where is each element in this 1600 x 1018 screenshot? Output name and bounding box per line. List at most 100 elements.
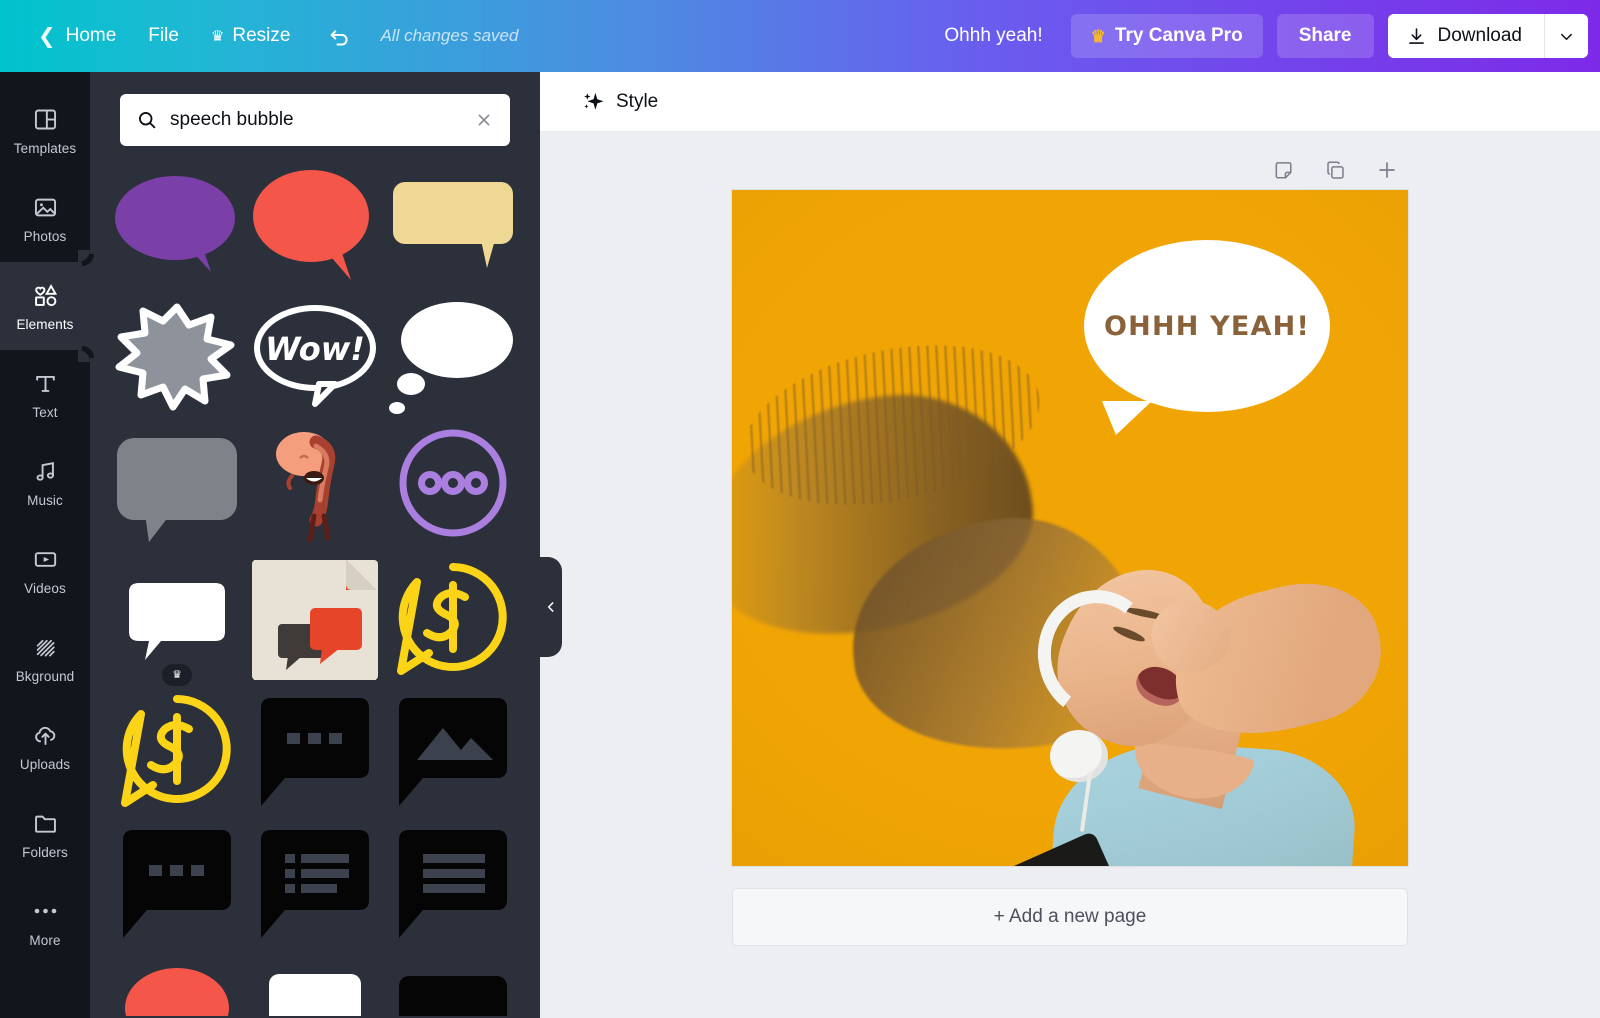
black-image-speech-bubble-icon	[399, 698, 507, 806]
gray-square-speech-bubble-icon	[117, 438, 237, 542]
notes-icon[interactable]	[1268, 155, 1298, 185]
try-canva-pro-button[interactable]: ♛ Try Canva Pro	[1070, 14, 1263, 58]
black-dots-speech-bubble-icon	[123, 830, 231, 938]
sidebar-item-more[interactable]: More	[0, 878, 90, 966]
wow-text: Wow!	[265, 330, 365, 368]
elements-grid: Wow! ♛	[114, 156, 516, 1016]
close-x-icon[interactable]	[474, 110, 494, 130]
black-dots-speech-bubble-icon	[261, 698, 369, 806]
element-tile[interactable]	[252, 692, 378, 812]
design-canvas-page[interactable]: OHHH YEAH!	[732, 190, 1408, 866]
crown-icon: ♛	[1090, 26, 1106, 46]
sidebar-item-folders[interactable]: Folders	[0, 790, 90, 878]
element-tile[interactable]	[252, 164, 378, 284]
download-arrow-icon	[1408, 27, 1424, 44]
search-input[interactable]	[170, 109, 462, 131]
design-title[interactable]: Ohhh yeah!	[930, 17, 1056, 55]
duplicate-icon[interactable]	[1320, 155, 1350, 185]
background-icon	[32, 632, 59, 662]
chevron-left-icon	[547, 602, 554, 612]
file-label: File	[148, 25, 179, 46]
page-tools	[732, 150, 1408, 190]
black-list-speech-bubble-icon	[261, 830, 369, 938]
sparkles-icon	[582, 90, 605, 113]
white-rounded-bubble-partial-icon	[269, 974, 361, 1016]
download-label: Download	[1437, 25, 1523, 46]
element-tile[interactable]	[389, 296, 516, 416]
sidebar-item-elements[interactable]: Elements	[0, 250, 90, 362]
document-chat-illustration-icon	[254, 560, 376, 680]
sidebar-item-uploads[interactable]: Uploads	[0, 702, 90, 790]
sidebar-label: More	[29, 933, 61, 948]
element-tile[interactable]	[252, 824, 378, 944]
elements-results-scroll[interactable]: Wow! ♛	[90, 156, 540, 1018]
uploads-icon	[32, 720, 59, 750]
black-lines-speech-bubble-icon	[399, 830, 507, 938]
download-button-group: Download	[1387, 14, 1588, 58]
home-label: Home	[65, 25, 117, 46]
resize-label: Resize	[232, 25, 291, 46]
download-button[interactable]: Download	[1387, 14, 1544, 58]
element-tile[interactable]	[114, 428, 240, 548]
element-tile[interactable]	[390, 956, 516, 1016]
speech-bubble-text: OHHH YEAH!	[1104, 310, 1310, 342]
sidebar-label: Folders	[22, 845, 68, 860]
gray-burst-speech-bubble-icon	[115, 303, 235, 411]
home-button[interactable]: ❮ Home	[22, 16, 132, 56]
canvas-area: OHHH YEAH! + Add a new page	[540, 132, 1600, 1018]
search-box[interactable]	[120, 94, 510, 146]
undo-button[interactable]	[318, 15, 360, 57]
element-tile[interactable]	[390, 692, 516, 812]
element-tile[interactable]	[114, 692, 240, 812]
search-icon	[136, 109, 158, 131]
sidebar-item-templates[interactable]: Templates	[0, 86, 90, 174]
white-rough-speech-bubble-icon	[129, 583, 225, 660]
resize-button[interactable]: ♛ Resize	[195, 16, 307, 56]
element-tile[interactable]	[390, 428, 516, 548]
add-new-page-button[interactable]: + Add a new page	[732, 888, 1408, 946]
style-button[interactable]: Style	[570, 83, 670, 120]
element-tile[interactable]	[252, 560, 378, 680]
page-block: OHHH YEAH! + Add a new page	[732, 150, 1408, 946]
text-icon	[32, 368, 59, 398]
element-tile[interactable]	[114, 296, 240, 416]
sidebar-item-music[interactable]: Music	[0, 438, 90, 526]
top-toolbar-right: Ohhh yeah! ♛ Try Canva Pro Share Downloa…	[930, 14, 1588, 58]
sidebar-item-text[interactable]: Text	[0, 350, 90, 438]
element-tile[interactable]	[114, 824, 240, 944]
sidebar-label: Photos	[23, 229, 67, 244]
plus-icon[interactable]	[1372, 155, 1402, 185]
sidebar-item-photos[interactable]: Photos	[0, 174, 90, 262]
yellow-dollar-circle-bubble-icon	[397, 563, 507, 675]
black-rounded-bubble-partial-icon	[399, 976, 507, 1016]
sidebar-label: Bkground	[15, 669, 75, 684]
element-tile[interactable]	[252, 956, 378, 1016]
element-tile[interactable]	[114, 956, 240, 1016]
sidebar-label: Templates	[13, 141, 77, 156]
canva-editor: ❮ Home File ♛ Resize All changes saved O…	[0, 0, 1600, 1018]
element-tile[interactable]	[252, 428, 378, 548]
download-options-button[interactable]	[1544, 14, 1588, 58]
sidebar-label: Text	[32, 405, 58, 420]
sidebar-label: Music	[27, 493, 63, 508]
sidebar-item-videos[interactable]: Videos	[0, 526, 90, 614]
file-menu-button[interactable]: File	[132, 16, 195, 56]
white-thought-bubble-icon	[389, 302, 513, 414]
tan-rounded-speech-bubble-icon	[393, 182, 513, 268]
share-button[interactable]: Share	[1276, 14, 1374, 58]
sidebar-item-background[interactable]: Bkground	[0, 614, 90, 702]
speech-bubble-element[interactable]: OHHH YEAH!	[1084, 240, 1330, 435]
element-tile[interactable]	[114, 164, 240, 284]
videos-icon	[32, 544, 59, 574]
photos-icon	[32, 192, 59, 222]
element-tile[interactable]	[390, 560, 516, 680]
red-oval-speech-bubble-icon	[253, 170, 369, 280]
element-tile[interactable]	[390, 824, 516, 944]
element-tile[interactable]: ♛	[114, 560, 240, 686]
element-tile[interactable]: Wow!	[252, 296, 378, 416]
wow-outline-speech-bubble-icon: Wow!	[254, 305, 376, 407]
element-tile[interactable]	[390, 164, 516, 284]
folders-icon	[32, 808, 59, 838]
style-toolbar: Style	[540, 72, 1600, 132]
collapse-panel-button[interactable]	[540, 557, 562, 657]
